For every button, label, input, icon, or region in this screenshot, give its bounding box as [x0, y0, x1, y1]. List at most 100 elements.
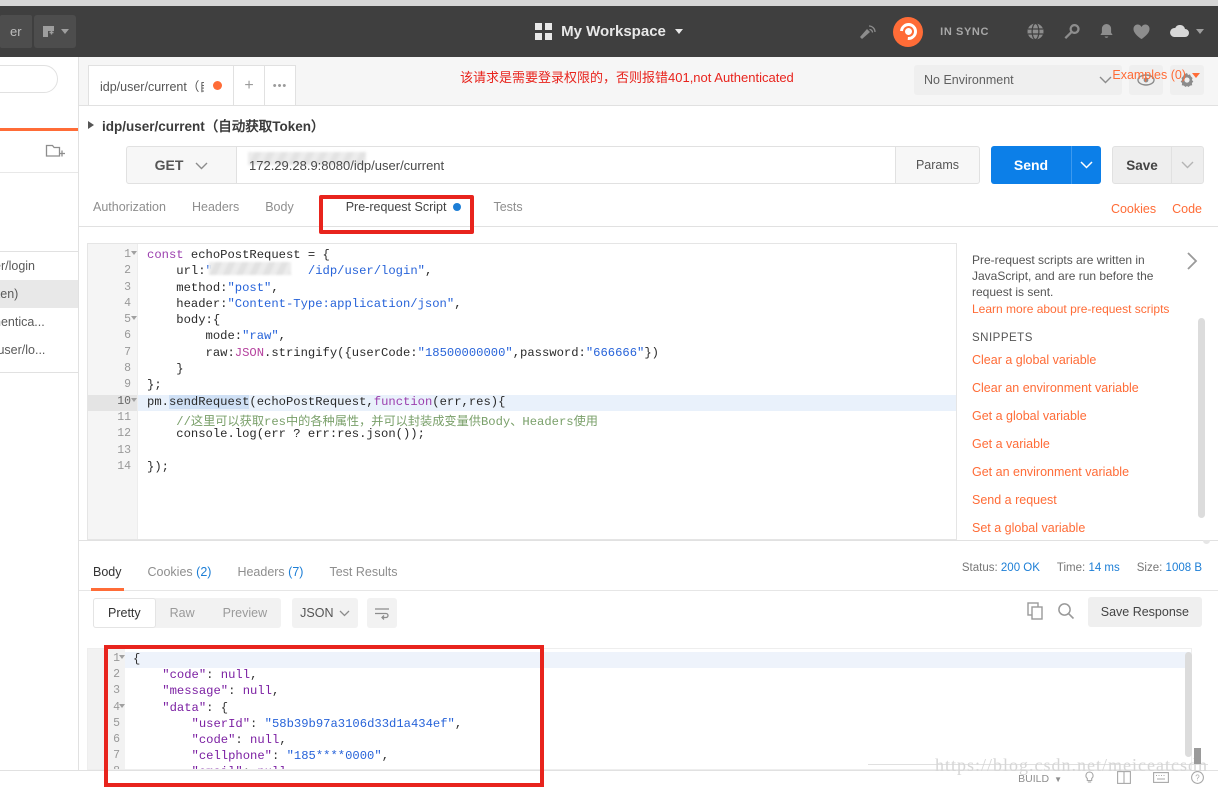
response-scrollbar[interactable]	[1185, 652, 1192, 757]
response-code-line: "message": null,	[162, 684, 280, 699]
tab-headers[interactable]: Headers	[192, 200, 239, 214]
postman-app-window: er My Workspace IN SYNC r/login en) enti…	[0, 0, 1218, 787]
environment-value: No Environment	[924, 73, 1014, 87]
response-tab-test-results[interactable]: Test Results	[329, 553, 397, 591]
tab-count: (7)	[288, 564, 304, 579]
save-options-button[interactable]	[1172, 146, 1204, 184]
send-button[interactable]: Send	[991, 146, 1071, 184]
sidebar-tab-collections[interactable]: ctions	[0, 101, 78, 131]
watermark-line	[868, 764, 1208, 765]
add-tab-button[interactable]: +	[234, 65, 265, 105]
response-tab-body[interactable]: Body	[91, 553, 123, 591]
learn-more-link[interactable]: Learn more about pre-request scripts	[972, 302, 1200, 316]
http-method-select[interactable]: GET	[126, 146, 236, 184]
expand-arrow-icon[interactable]	[88, 120, 94, 129]
editor-code-area[interactable]: const echoPostRequest = { url:" /idp/use…	[138, 244, 956, 539]
code-link[interactable]: Code	[1172, 202, 1202, 216]
globe-icon[interactable]	[1026, 22, 1045, 41]
cloud-icon[interactable]	[1168, 24, 1204, 39]
status-meta: Status: 200 OK	[962, 562, 1040, 574]
save-response-button[interactable]: Save Response	[1087, 597, 1202, 627]
save-button[interactable]: Save	[1112, 146, 1172, 184]
header-partial-button[interactable]: er	[0, 15, 32, 48]
new-folder-icon[interactable]	[45, 142, 67, 163]
sidebar-item-3[interactable]: /user/lo...	[0, 336, 78, 364]
tab-authorization[interactable]: Authorization	[93, 200, 166, 214]
editor-code-line: header:"Content-Type:application/json",	[147, 296, 462, 311]
sidebar-item-2[interactable]: hentica...	[0, 308, 78, 336]
snippet-item-5[interactable]: Send a request	[972, 493, 1200, 507]
snippet-item-2[interactable]: Get a global variable	[972, 409, 1200, 423]
snippet-item-6[interactable]: Set a global variable	[972, 521, 1200, 535]
snippet-item-3[interactable]: Get a variable	[972, 437, 1200, 451]
keyboard-icon[interactable]	[1153, 772, 1169, 786]
snippet-item-1[interactable]: Clear an environment variable	[972, 381, 1200, 395]
environment-select[interactable]: No Environment	[914, 65, 1122, 95]
new-item-icon[interactable]	[33, 15, 76, 48]
snippets-heading: SNIPPETS	[972, 332, 1033, 344]
wrap-lines-icon[interactable]	[367, 598, 398, 628]
response-tab-headers[interactable]: Headers (7)	[237, 553, 303, 591]
postman-logo-icon[interactable]	[893, 16, 924, 47]
layout-icon[interactable]	[1117, 771, 1131, 787]
editor-line-number: 6	[124, 329, 131, 343]
response-body-viewer[interactable]: 12345678 { "code": null, "message": null…	[87, 648, 1192, 770]
examples-label: Examples (0)	[1112, 68, 1186, 82]
snippets-scrollbar[interactable]	[1198, 318, 1205, 518]
request-config-tabs: Authorization Headers Body Pre-request S…	[79, 187, 1218, 227]
heart-icon[interactable]	[1132, 23, 1151, 41]
snippet-item-0[interactable]: Clear a global variable	[972, 353, 1200, 367]
pre-request-script-editor[interactable]: 1 2 3 4 5 6 7 8 9 10 11 12 13 14 const echoPostReques…	[87, 243, 957, 540]
chevron-down-icon	[60, 29, 69, 34]
tab-tests[interactable]: Tests	[493, 200, 522, 214]
request-tab-active[interactable]: idp/user/current（自	[88, 65, 234, 105]
response-code-area[interactable]: { "code": null, "message": null, "data":…	[125, 649, 1191, 769]
wrench-icon[interactable]	[1062, 22, 1081, 41]
tab-pre-request-script[interactable]: Pre-request Script	[346, 200, 462, 214]
response-view-segmented: Pretty Raw Preview	[93, 598, 282, 628]
time-value: 14 ms	[1088, 562, 1120, 574]
cookies-link[interactable]: Cookies	[1111, 202, 1156, 216]
bulb-icon[interactable]	[1084, 771, 1095, 787]
tab-label: Headers	[191, 199, 240, 214]
build-mode-button[interactable]: BUILD ▼	[1018, 773, 1062, 785]
sidebar-item-1[interactable]: ken)	[0, 280, 78, 308]
snippet-item-4[interactable]: Get an environment variable	[972, 465, 1200, 479]
request-url-row: GET 172.29.28.9:8080/idp/user/current Pa…	[79, 143, 1218, 187]
editor-line-number: 8	[124, 362, 131, 376]
chevron-down-icon	[195, 157, 208, 173]
size-value: 1008 B	[1165, 562, 1202, 574]
bell-icon[interactable]	[1098, 22, 1115, 41]
send-options-button[interactable]	[1071, 146, 1101, 184]
response-format-select[interactable]: JSON	[292, 598, 359, 628]
view-pretty[interactable]: Pretty	[93, 598, 156, 628]
more-tabs-button[interactable]: •••	[265, 65, 296, 105]
sidebar-search-input[interactable]	[0, 65, 58, 93]
editor-line-number: 9	[124, 378, 131, 392]
params-button[interactable]: Params	[896, 146, 980, 184]
editor-line-number: 11	[117, 410, 131, 424]
chevron-down-icon	[674, 29, 683, 34]
fold-arrow-icon[interactable]	[119, 655, 125, 659]
tab-body[interactable]: Body	[265, 200, 294, 214]
help-icon[interactable]: ?	[1191, 771, 1204, 787]
view-preview[interactable]: Preview	[209, 598, 281, 628]
search-icon[interactable]	[1057, 602, 1075, 623]
response-line-number: 7	[113, 749, 120, 763]
fold-arrow-icon[interactable]	[131, 251, 137, 255]
examples-dropdown[interactable]: Examples (0)	[1112, 68, 1200, 82]
chevron-down-icon	[1196, 29, 1204, 34]
fold-arrow-icon[interactable]	[119, 703, 125, 708]
sidebar-item-0[interactable]: er/login	[0, 252, 78, 280]
chevron-right-icon[interactable]	[1186, 252, 1198, 274]
response-code-line: "cellphone": "185****0000",	[191, 749, 390, 764]
workspace-name: My Workspace	[561, 23, 666, 40]
response-code-line: "code": null,	[162, 668, 258, 683]
fold-arrow-icon[interactable]	[131, 397, 137, 402]
response-tab-cookies[interactable]: Cookies (2)	[148, 553, 212, 591]
request-url-input[interactable]: 172.29.28.9:8080/idp/user/current	[236, 146, 896, 184]
broadcast-icon[interactable]	[857, 23, 876, 41]
copy-icon[interactable]	[1027, 601, 1044, 623]
fold-arrow-icon[interactable]	[131, 316, 137, 321]
view-raw[interactable]: Raw	[156, 598, 209, 628]
